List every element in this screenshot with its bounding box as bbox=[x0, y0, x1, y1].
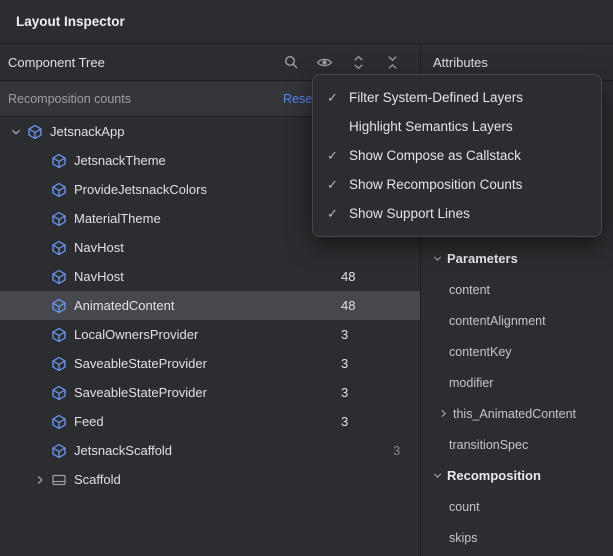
compose-node-icon bbox=[50, 384, 67, 401]
tree-row-label: NavHost bbox=[74, 240, 124, 255]
attr-row-contentalignment[interactable]: contentAlignment bbox=[421, 305, 613, 336]
tree-row-feed[interactable]: Feed 3 bbox=[0, 407, 420, 436]
tree-row-label: AnimatedContent bbox=[74, 298, 174, 313]
tree-row-navhost-1[interactable]: NavHost bbox=[0, 233, 420, 262]
menu-item-label: Show Compose as Callstack bbox=[349, 148, 521, 163]
tree-row-navhost-2[interactable]: NavHost 48 bbox=[0, 262, 420, 291]
menu-item-label: Show Recomposition Counts bbox=[349, 177, 522, 192]
tree-row-localownersprovider[interactable]: LocalOwnersProvider 3 bbox=[0, 320, 420, 349]
compose-node-icon bbox=[50, 297, 67, 314]
tree-row-label: NavHost bbox=[74, 269, 124, 284]
compose-node-icon bbox=[26, 123, 43, 140]
title-bar: Layout Inspector bbox=[0, 0, 613, 44]
checkmark-icon: ✓ bbox=[327, 90, 349, 106]
tree-row-saveablestateprovider-1[interactable]: SaveableStateProvider 3 bbox=[0, 349, 420, 378]
reset-counts-link[interactable]: Reset bbox=[283, 92, 316, 106]
menu-item-highlight-semantics-layers[interactable]: ✓ Highlight Semantics Layers bbox=[313, 112, 601, 141]
menu-item-label: Highlight Semantics Layers bbox=[349, 119, 513, 134]
tree-row-label: ProvideJetsnackColors bbox=[74, 182, 207, 197]
checkmark-icon: ✓ bbox=[327, 177, 349, 193]
section-recomposition[interactable]: Recomposition bbox=[421, 460, 613, 491]
tree-row-label: Feed bbox=[74, 414, 104, 429]
chevron-down-icon[interactable] bbox=[427, 468, 447, 484]
tree-row-jetsnackscaffold[interactable]: JetsnackScaffold 3 bbox=[0, 436, 420, 465]
attr-label: skips bbox=[449, 531, 477, 545]
compose-node-icon bbox=[50, 181, 67, 198]
search-icon[interactable] bbox=[281, 53, 300, 72]
recomposition-count: 3 bbox=[341, 327, 348, 342]
attr-row-modifier[interactable]: modifier bbox=[421, 367, 613, 398]
menu-item-label: Filter System-Defined Layers bbox=[349, 90, 523, 105]
recomposition-count: 3 bbox=[341, 356, 348, 371]
view-options-eye-icon[interactable] bbox=[315, 53, 334, 72]
compose-node-icon bbox=[50, 355, 67, 372]
tree-row-saveablestateprovider-2[interactable]: SaveableStateProvider 3 bbox=[0, 378, 420, 407]
compose-node-icon bbox=[50, 210, 67, 227]
recomposition-count: 3 bbox=[341, 385, 348, 400]
compose-node-icon bbox=[50, 268, 67, 285]
compose-node-icon bbox=[50, 413, 67, 430]
compose-node-icon bbox=[50, 442, 67, 459]
attr-row-content[interactable]: content bbox=[421, 274, 613, 305]
attr-label: contentAlignment bbox=[449, 314, 546, 328]
recomposition-skips-count: 3 bbox=[393, 443, 400, 458]
section-parameters[interactable]: Parameters bbox=[421, 243, 613, 274]
attr-row-count[interactable]: count bbox=[421, 491, 613, 522]
tree-row-label: MaterialTheme bbox=[74, 211, 161, 226]
attr-label: this_AnimatedContent bbox=[453, 407, 576, 421]
menu-item-show-support-lines[interactable]: ✓ Show Support Lines bbox=[313, 199, 601, 228]
attr-row-skips[interactable]: skips bbox=[421, 522, 613, 553]
section-label: Recomposition bbox=[447, 468, 541, 483]
attr-row-contentkey[interactable]: contentKey bbox=[421, 336, 613, 367]
attr-label: modifier bbox=[449, 376, 493, 390]
layout-inspector-window: Layout Inspector Component Tree bbox=[0, 0, 613, 556]
attr-label: contentKey bbox=[449, 345, 512, 359]
tree-row-label: JetsnackApp bbox=[50, 124, 124, 139]
tree-row-label: SaveableStateProvider bbox=[74, 385, 207, 400]
recomposition-count: 48 bbox=[341, 298, 355, 313]
compose-node-icon bbox=[50, 326, 67, 343]
attr-row-this-animatedcontent[interactable]: this_AnimatedContent bbox=[421, 398, 613, 429]
recomposition-count: 48 bbox=[341, 269, 355, 284]
tree-row-label: Scaffold bbox=[74, 472, 121, 487]
attr-label: transitionSpec bbox=[449, 438, 528, 452]
menu-item-show-compose-as-callstack[interactable]: ✓ Show Compose as Callstack bbox=[313, 141, 601, 170]
menu-item-label: Show Support Lines bbox=[349, 206, 470, 221]
page-title: Layout Inspector bbox=[16, 14, 125, 29]
attributes-title: Attributes bbox=[433, 55, 488, 70]
checkmark-icon: ✓ bbox=[327, 148, 349, 164]
attr-label: count bbox=[449, 500, 480, 514]
chevron-right-icon[interactable] bbox=[433, 406, 453, 422]
view-options-menu: ✓ Filter System-Defined Layers ✓ Highlig… bbox=[312, 74, 602, 237]
tree-row-label: JetsnackTheme bbox=[74, 153, 166, 168]
view-layout-node-icon bbox=[50, 471, 67, 488]
recomposition-counts-label: Recomposition counts bbox=[8, 92, 131, 106]
attr-label: content bbox=[449, 283, 490, 297]
attr-row-transitionspec[interactable]: transitionSpec bbox=[421, 429, 613, 460]
component-tree-title: Component Tree bbox=[8, 55, 105, 70]
menu-item-filter-system-defined-layers[interactable]: ✓ Filter System-Defined Layers bbox=[313, 83, 601, 112]
recomposition-count: 3 bbox=[341, 414, 348, 429]
tree-row-label: SaveableStateProvider bbox=[74, 356, 207, 371]
chevron-right-icon[interactable] bbox=[30, 472, 50, 488]
tree-row-label: LocalOwnersProvider bbox=[74, 327, 198, 342]
tree-row-animatedcontent[interactable]: AnimatedContent 48 bbox=[0, 291, 420, 320]
chevron-down-icon[interactable] bbox=[427, 251, 447, 267]
menu-item-show-recomposition-counts[interactable]: ✓ Show Recomposition Counts bbox=[313, 170, 601, 199]
checkmark-icon: ✓ bbox=[327, 206, 349, 222]
tree-row-scaffold[interactable]: Scaffold bbox=[0, 465, 420, 494]
compose-node-icon bbox=[50, 239, 67, 256]
section-label: Parameters bbox=[447, 251, 518, 266]
collapse-all-icon[interactable] bbox=[383, 53, 402, 72]
tree-row-label: JetsnackScaffold bbox=[74, 443, 172, 458]
expand-all-icon[interactable] bbox=[349, 53, 368, 72]
compose-node-icon bbox=[50, 152, 67, 169]
chevron-down-icon[interactable] bbox=[6, 124, 26, 140]
